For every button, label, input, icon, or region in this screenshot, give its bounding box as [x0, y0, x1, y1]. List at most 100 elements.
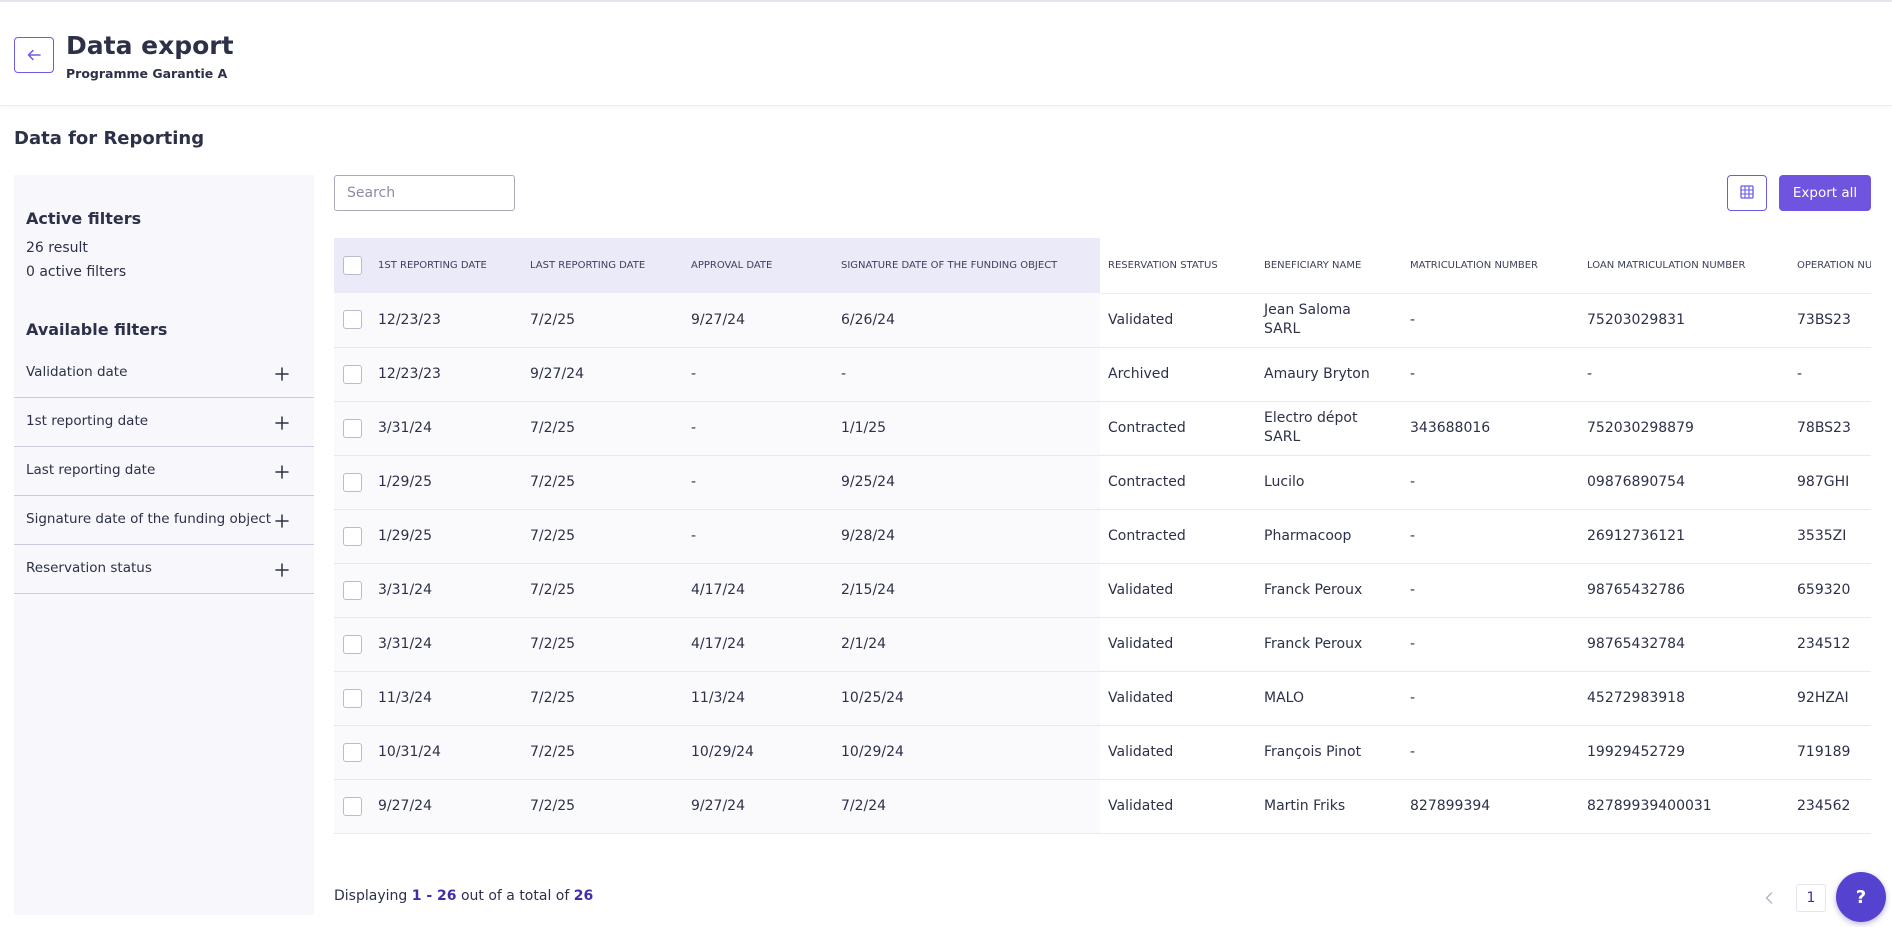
- row-checkbox[interactable]: [343, 580, 362, 600]
- row-checkbox[interactable]: [343, 796, 362, 816]
- table-cell: 10/29/24: [833, 725, 1100, 780]
- row-checkbox[interactable]: [343, 688, 362, 708]
- table-cell: 73BS23: [1789, 293, 1871, 348]
- help-button[interactable]: ?: [1836, 872, 1886, 922]
- column-settings-button[interactable]: [1727, 175, 1767, 211]
- row-select-cell: [334, 455, 370, 510]
- table-cell: 234512: [1789, 617, 1871, 672]
- table-cell: 3/31/24: [370, 401, 522, 456]
- table-cell: Validated: [1100, 617, 1256, 672]
- table-row[interactable]: 3/31/24 7/2/25 4/17/24 2/15/24 Validated Fran…: [334, 563, 1871, 618]
- table-cell: François Pinot: [1256, 725, 1402, 780]
- table-cell: 11/3/24: [370, 671, 522, 726]
- table-cell: 9/27/24: [370, 779, 522, 834]
- filter-item[interactable]: Reservation status: [14, 545, 314, 594]
- table-cell: Contracted: [1100, 401, 1256, 456]
- column-header[interactable]: Approval date: [683, 238, 833, 293]
- table-cell: 75203029831: [1579, 293, 1789, 348]
- filters-sidebar: Active filters 26 result 0 active filter…: [14, 175, 314, 915]
- column-header[interactable]: 1st reporting date: [370, 238, 522, 293]
- table-cell: 1/29/25: [370, 509, 522, 564]
- table-row[interactable]: 1/29/25 7/2/25-9/28/24 Contracted Pharmacoo…: [334, 509, 1871, 564]
- column-header[interactable]: Operation number: [1789, 238, 1871, 294]
- table-cell: MALO: [1256, 671, 1402, 726]
- row-select-cell: [334, 563, 370, 618]
- row-checkbox[interactable]: [343, 526, 362, 546]
- row-select-cell: [334, 617, 370, 672]
- table-cell: 7/2/25: [522, 509, 683, 564]
- table-row[interactable]: 12/23/23 9/27/24- - Archived Amaury Bryton - -…: [334, 347, 1871, 402]
- column-header[interactable]: Beneficiary name: [1256, 238, 1402, 294]
- table-cell: 7/2/25: [522, 563, 683, 618]
- select-all-checkbox[interactable]: [343, 256, 362, 275]
- filter-label: Last reporting date: [26, 462, 156, 478]
- filter-label: Reservation status: [26, 560, 152, 576]
- table-cell: 719189: [1789, 725, 1871, 780]
- table-cell: Validated: [1100, 671, 1256, 726]
- table-cell: 7/2/25: [522, 293, 683, 348]
- table-cell: 7/2/25: [522, 725, 683, 780]
- table-cell: Validated: [1100, 293, 1256, 348]
- table-row[interactable]: 10/31/24 7/2/25 10/29/24 10/29/24 Validated F…: [334, 725, 1871, 780]
- data-table-container[interactable]: 1st reporting date Last reporting date App…: [334, 238, 1871, 860]
- filter-item[interactable]: Last reporting date: [14, 447, 314, 496]
- table-row[interactable]: 12/23/23 7/2/25 9/27/24 6/26/24 Validated Jea…: [334, 293, 1871, 348]
- export-all-button[interactable]: Export all: [1779, 175, 1871, 211]
- table-cell: Contracted: [1100, 509, 1256, 564]
- previous-page-button[interactable]: [1760, 887, 1778, 909]
- row-select-cell: [334, 725, 370, 780]
- table-cell: -: [1402, 725, 1579, 780]
- table-cell: Pharmacoop: [1256, 509, 1402, 564]
- table-cell: 752030298879: [1579, 401, 1789, 456]
- table-cell: Amaury Bryton: [1256, 347, 1402, 402]
- column-header[interactable]: Reservation status: [1100, 238, 1256, 294]
- page-number-button[interactable]: 1: [1796, 884, 1826, 912]
- table-row[interactable]: 3/31/24 7/2/25 4/17/24 2/1/24 Validated Franc…: [334, 617, 1871, 672]
- table-cell: 7/2/25: [522, 455, 683, 510]
- table-cell: 9/28/24: [833, 509, 1100, 564]
- table-row[interactable]: 11/3/24 7/2/25 11/3/24 10/25/24 Validated MAL…: [334, 671, 1871, 726]
- table-cell: -: [683, 455, 833, 510]
- table-cell: -: [683, 347, 833, 402]
- table-cell: Franck Peroux: [1256, 617, 1402, 672]
- table-cell: 12/23/23: [370, 293, 522, 348]
- table-cell: 7/2/25: [522, 401, 683, 456]
- table-cell: 7/2/25: [522, 671, 683, 726]
- row-select-cell: [334, 347, 370, 402]
- filter-label: 1st reporting date: [26, 413, 149, 429]
- table-cell: -: [1402, 347, 1579, 402]
- back-button[interactable]: [14, 37, 54, 73]
- row-checkbox[interactable]: [343, 364, 362, 384]
- table-cell: 09876890754: [1579, 455, 1789, 510]
- column-header[interactable]: Last reporting date: [522, 238, 683, 293]
- filter-item[interactable]: Signature date of the funding object: [14, 496, 314, 545]
- filter-item[interactable]: 1st reporting date: [14, 398, 314, 447]
- table-row[interactable]: 9/27/24 7/2/25 9/27/24 7/2/24 Validated Marti…: [334, 779, 1871, 834]
- table-row[interactable]: 1/29/25 7/2/25-9/25/24 Contracted Lucilo -09…: [334, 455, 1871, 510]
- table-cell: 987GHI: [1789, 455, 1871, 510]
- table-cell: -: [683, 401, 833, 456]
- column-header[interactable]: Matriculation number: [1402, 238, 1579, 294]
- table-cell: -: [1789, 347, 1871, 402]
- table-cell: -: [1402, 563, 1579, 618]
- filter-item[interactable]: Validation date: [14, 349, 314, 398]
- table-cell: Validated: [1100, 725, 1256, 780]
- search-input[interactable]: [334, 175, 515, 211]
- row-checkbox[interactable]: [343, 472, 362, 492]
- row-checkbox[interactable]: [343, 634, 362, 654]
- column-header[interactable]: Loan matriculation number: [1579, 238, 1789, 294]
- table-cell: 10/29/24: [683, 725, 833, 780]
- row-checkbox[interactable]: [343, 310, 362, 330]
- table-cell: 7/2/24: [833, 779, 1100, 834]
- table-cell: -: [1402, 617, 1579, 672]
- row-select-cell: [334, 671, 370, 726]
- row-checkbox[interactable]: [343, 418, 362, 438]
- plus-icon: [275, 562, 289, 577]
- table-cell: 6/26/24: [833, 293, 1100, 348]
- row-checkbox[interactable]: [343, 742, 362, 762]
- table-row[interactable]: 3/31/24 7/2/25-1/1/25 Contracted Electro dé…: [334, 401, 1871, 456]
- column-header[interactable]: Signature date of the funding object: [833, 238, 1100, 293]
- table-cell: 11/3/24: [683, 671, 833, 726]
- table-cell: 10/25/24: [833, 671, 1100, 726]
- table-cell: 12/23/23: [370, 347, 522, 402]
